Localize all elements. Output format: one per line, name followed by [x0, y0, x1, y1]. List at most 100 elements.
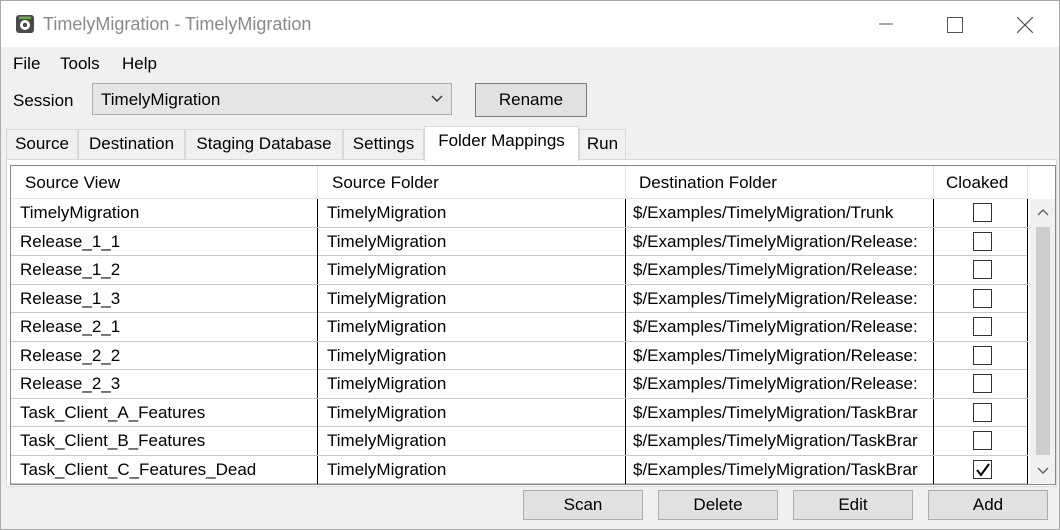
source-view-cell[interactable]: Release_1_3 — [11, 284, 318, 313]
source-view-cell[interactable]: Task_Client_B_Features — [11, 427, 318, 455]
cloaked-checkbox[interactable] — [973, 402, 992, 422]
column-header-destination-folder[interactable]: Destination Folder — [626, 166, 934, 199]
session-dropdown[interactable]: TimelyMigration — [92, 83, 452, 115]
cloaked-checkbox[interactable] — [973, 459, 992, 479]
source-folder-cell[interactable]: TimelyMigration — [318, 455, 626, 484]
destination-folder-cell[interactable]: $/Examples/TimelyMigration/TaskBrar — [626, 398, 934, 427]
checkmark-icon — [976, 462, 990, 477]
cloaked-checkbox[interactable] — [973, 203, 992, 222]
destination-folder-cell[interactable]: $/Examples/TimelyMigration/TaskBrar — [626, 427, 934, 455]
table-row[interactable]: Release_1_3 TimelyMigration $/Examples/Tim… — [11, 284, 1028, 313]
table-row[interactable]: Release_2_1 TimelyMigration $/Examples/Tim… — [11, 313, 1028, 342]
source-folder-cell[interactable]: TimelyMigration — [318, 427, 626, 455]
minimize-button[interactable] — [851, 1, 921, 47]
table-row[interactable]: Task_Client_A_Features TimelyMigration $/E… — [11, 398, 1028, 427]
tab-settings[interactable]: Settings — [343, 129, 424, 159]
source-folder-cell[interactable]: TimelyMigration — [318, 341, 626, 370]
cloaked-checkbox[interactable] — [973, 288, 992, 308]
cloaked-cell — [934, 341, 1028, 370]
cloaked-cell — [934, 284, 1028, 313]
grid-body: TimelyMigration TimelyMigration $/Examples… — [11, 199, 1028, 484]
table-row[interactable]: Release_1_2 TimelyMigration $/Examples/Tim… — [11, 256, 1028, 285]
grid-header: Source View Source Folder Destination Fo… — [11, 166, 1055, 199]
scroll-up-button[interactable] — [1030, 199, 1055, 225]
scroll-down-button[interactable] — [1030, 458, 1055, 484]
session-dropdown-value: TimelyMigration — [101, 90, 221, 109]
cloaked-cell — [934, 398, 1028, 427]
table-row[interactable]: Task_Client_C_Features_Dead TimelyMigrati… — [11, 455, 1028, 484]
table-row[interactable]: Release_1_1 TimelyMigration $/Examples/Tim… — [11, 227, 1028, 256]
source-view-cell[interactable]: Release_1_2 — [11, 256, 318, 284]
rename-button[interactable]: Rename — [475, 83, 587, 117]
source-folder-cell[interactable]: TimelyMigration — [318, 199, 626, 227]
table-row[interactable]: Task_Client_B_Features TimelyMigration $/E… — [11, 427, 1028, 456]
close-icon — [1017, 17, 1033, 33]
tab-folder-mappings[interactable]: Folder Mappings — [424, 126, 579, 161]
destination-folder-cell[interactable]: $/Examples/TimelyMigration/Release: — [626, 370, 934, 398]
cloaked-cell — [934, 427, 1028, 455]
scroll-thumb[interactable] — [1036, 227, 1050, 455]
source-view-cell[interactable]: Release_2_1 — [11, 313, 318, 341]
vertical-scrollbar[interactable] — [1030, 199, 1055, 484]
destination-folder-cell[interactable]: $/Examples/TimelyMigration/Release: — [626, 284, 934, 313]
table-row[interactable]: TimelyMigration TimelyMigration $/Examples… — [11, 199, 1028, 228]
tab-destination[interactable]: Destination — [78, 129, 185, 159]
folder-mappings-grid: Source View Source Folder Destination Fo… — [10, 165, 1056, 485]
source-folder-cell[interactable]: TimelyMigration — [318, 313, 626, 341]
session-label: Session — [13, 91, 74, 110]
maximize-button[interactable] — [919, 1, 989, 47]
source-folder-cell[interactable]: TimelyMigration — [318, 398, 626, 427]
menu-file[interactable]: File — [13, 54, 40, 74]
close-button[interactable] — [989, 1, 1059, 47]
edit-button[interactable]: Edit — [793, 490, 913, 520]
app-gear-icon — [15, 14, 35, 34]
destination-folder-cell[interactable]: $/Examples/TimelyMigration/Release: — [626, 341, 934, 370]
cloaked-checkbox[interactable] — [973, 317, 992, 336]
cloaked-cell — [934, 370, 1028, 398]
source-view-cell[interactable]: TimelyMigration — [11, 199, 318, 227]
source-folder-cell[interactable]: TimelyMigration — [318, 227, 626, 256]
destination-folder-cell[interactable]: $/Examples/TimelyMigration/Release: — [626, 227, 934, 256]
app-window: TimelyMigration - TimelyMigration File T… — [0, 0, 1060, 530]
cloaked-checkbox[interactable] — [973, 374, 992, 393]
cloaked-cell — [934, 256, 1028, 284]
cloaked-cell — [934, 227, 1028, 256]
column-header-source-view[interactable]: Source View — [11, 166, 318, 199]
scan-button[interactable]: Scan — [523, 490, 643, 520]
source-folder-cell[interactable]: TimelyMigration — [318, 284, 626, 313]
maximize-icon — [947, 17, 963, 33]
window-title: TimelyMigration - TimelyMigration — [43, 14, 312, 34]
chevron-up-icon — [1037, 209, 1049, 216]
source-view-cell[interactable]: Task_Client_A_Features — [11, 398, 318, 427]
cloaked-checkbox[interactable] — [973, 431, 992, 450]
cloaked-checkbox[interactable] — [973, 231, 992, 251]
minimize-icon — [879, 23, 893, 25]
column-header-source-folder[interactable]: Source Folder — [318, 166, 626, 199]
tab-staging-database[interactable]: Staging Database — [185, 129, 343, 159]
cloaked-checkbox[interactable] — [973, 345, 992, 365]
source-view-cell[interactable]: Release_1_1 — [11, 227, 318, 256]
source-view-cell[interactable]: Release_2_2 — [11, 341, 318, 370]
table-row[interactable]: Release_2_3 TimelyMigration $/Examples/Tim… — [11, 370, 1028, 399]
destination-folder-cell[interactable]: $/Examples/TimelyMigration/Release: — [626, 313, 934, 341]
tab-source[interactable]: Source — [6, 129, 78, 159]
source-folder-cell[interactable]: TimelyMigration — [318, 256, 626, 284]
source-folder-cell[interactable]: TimelyMigration — [318, 370, 626, 398]
menu-tools[interactable]: Tools — [60, 54, 100, 74]
destination-folder-cell[interactable]: $/Examples/TimelyMigration/Release: — [626, 256, 934, 284]
cloaked-checkbox[interactable] — [973, 260, 992, 279]
table-row[interactable]: Release_2_2 TimelyMigration $/Examples/Tim… — [11, 341, 1028, 370]
source-view-cell[interactable]: Release_2_3 — [11, 370, 318, 398]
cloaked-cell — [934, 199, 1028, 227]
destination-folder-cell[interactable]: $/Examples/TimelyMigration/TaskBrar — [626, 455, 934, 484]
menu-help[interactable]: Help — [122, 54, 157, 74]
source-view-cell[interactable]: Task_Client_C_Features_Dead — [11, 455, 318, 484]
column-header-cloaked[interactable]: Cloaked — [934, 166, 1028, 199]
tab-run[interactable]: Run — [579, 129, 626, 159]
delete-button[interactable]: Delete — [658, 490, 778, 520]
add-button[interactable]: Add — [928, 490, 1048, 520]
chevron-down-icon — [1037, 467, 1049, 474]
destination-folder-cell[interactable]: $/Examples/TimelyMigration/Trunk — [626, 199, 934, 227]
menu-bar: File Tools Help — [1, 47, 1059, 79]
cloaked-cell — [934, 313, 1028, 341]
